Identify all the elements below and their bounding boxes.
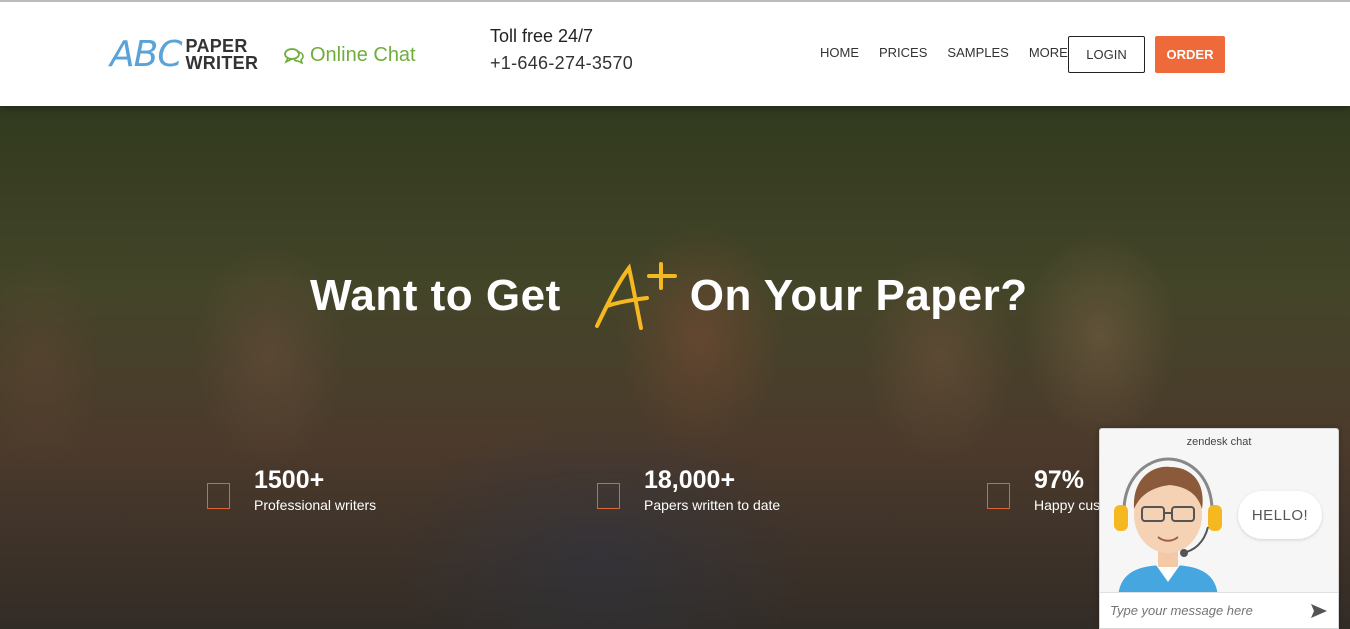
chat-bubbles-icon	[284, 47, 304, 64]
stat-square-icon	[207, 483, 230, 509]
stat-label: Professional writers	[254, 497, 377, 513]
nav-prices[interactable]: PRICES	[879, 45, 927, 60]
nav-home-label: HOME	[820, 45, 859, 60]
online-chat-label: Online Chat	[310, 44, 416, 66]
main-nav: HOME PRICES SAMPLES MORE	[820, 45, 1100, 60]
site-header: ABC PAPER WRITER Online Chat Toll free 2…	[0, 0, 1350, 106]
nav-samples[interactable]: SAMPLES	[947, 45, 1008, 60]
send-icon[interactable]	[1310, 602, 1328, 620]
logo-line-2: WRITER	[185, 53, 259, 73]
nav-prices-label: PRICES	[879, 45, 928, 60]
stat-happy-customers: 97% Happy cus	[987, 465, 1100, 513]
a-plus-icon	[594, 262, 677, 330]
toll-free-label: Toll free 24/7	[490, 26, 594, 46]
support-agent-avatar-icon	[1114, 457, 1222, 597]
logo-abc: ABC	[110, 34, 182, 75]
stat-papers: 18,000+ Papers written to date	[597, 465, 780, 513]
chat-input-bar	[1100, 592, 1338, 628]
login-button[interactable]: LOGIN	[1068, 36, 1145, 73]
site-logo[interactable]: ABC PAPER WRITER	[110, 35, 258, 75]
stat-label: Happy cus	[1034, 497, 1101, 513]
stat-value: 18,000+	[644, 466, 736, 494]
nav-home[interactable]: HOME	[820, 45, 859, 60]
toll-free-block: Toll free 24/7 +1-646-274-3570	[490, 26, 633, 74]
headline-right: On Your Paper?	[689, 271, 1028, 320]
stat-value: 1500+	[254, 466, 325, 494]
stat-square-icon	[987, 483, 1010, 509]
nav-more-label: MORE	[1028, 45, 1068, 60]
toll-free-phone[interactable]: +1-646-274-3570	[490, 53, 633, 74]
zendesk-chat-widget[interactable]: zendesk chat HELLO!	[1099, 428, 1339, 629]
stat-writers: 1500+ Professional writers	[207, 465, 376, 513]
logo-words: PAPER WRITER	[185, 37, 259, 73]
order-button[interactable]: ORDER	[1155, 36, 1225, 73]
nav-samples-label: SAMPLES	[947, 45, 1009, 60]
stat-value: 97%	[1034, 466, 1085, 494]
hero-headline: Want to Get On Your Paper?	[310, 256, 1028, 336]
stat-label: Papers written to date	[644, 497, 781, 513]
stat-square-icon	[597, 483, 620, 509]
chat-message-input[interactable]	[1110, 603, 1300, 618]
online-chat-link[interactable]: Online Chat	[284, 44, 416, 67]
headline-left: Want to Get	[310, 271, 561, 320]
chat-greeting-bubble: HELLO!	[1238, 491, 1322, 539]
